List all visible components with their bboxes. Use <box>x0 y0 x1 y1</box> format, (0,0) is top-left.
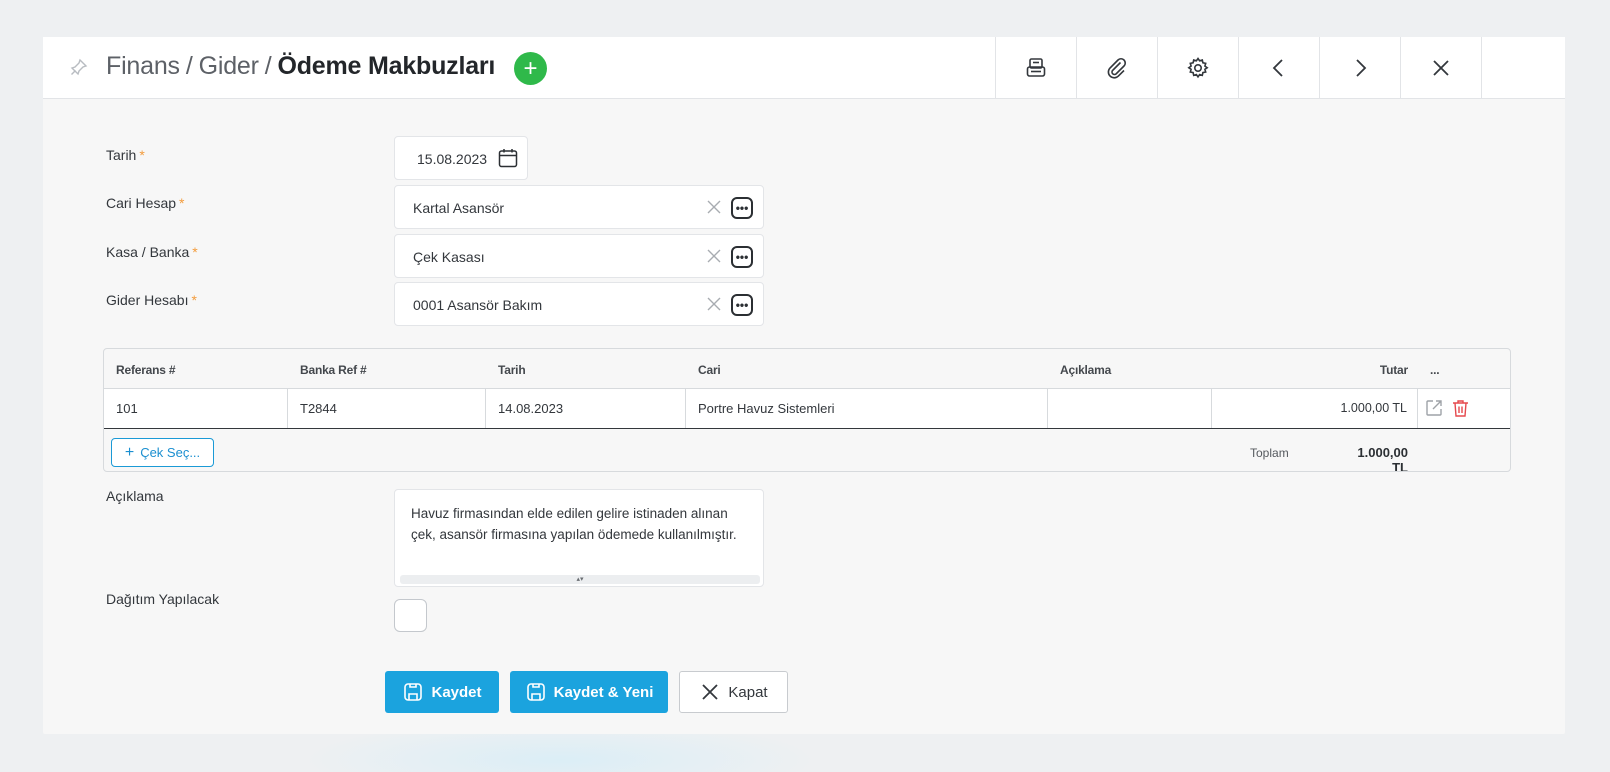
cell-ref: 101 <box>104 389 288 428</box>
column-header-more[interactable]: ... <box>1430 363 1440 377</box>
account-label: Cari Hesap * <box>106 195 184 211</box>
next-button[interactable] <box>1319 37 1400 98</box>
cell-description <box>1048 389 1212 428</box>
breadcrumb-separator: / <box>185 52 193 80</box>
chevron-right-icon <box>1356 58 1367 77</box>
date-value: 15.08.2023 <box>417 151 488 167</box>
save-and-new-button[interactable]: Kaydet & Yeni <box>510 671 668 713</box>
breadcrumb: Finans / Gider / Ödeme Makbuzları <box>106 52 495 81</box>
breadcrumb-gider[interactable]: Gider <box>199 52 259 80</box>
cell-amount: 1.000,00 TL <box>1212 389 1418 428</box>
table-footer: + Çek Seç... Toplam 1.000,00 TL <box>104 429 1510 472</box>
account-value: Kartal Asansör <box>413 200 505 216</box>
column-header-ref[interactable]: Referans # <box>116 363 176 377</box>
total-label: Toplam <box>1250 446 1289 460</box>
account-label-text: Cari Hesap <box>106 195 177 211</box>
required-mark: * <box>192 244 198 260</box>
description-text: Havuz firmasından elde edilen gelire ist… <box>411 506 737 542</box>
clear-icon[interactable] <box>705 295 723 313</box>
calendar-icon[interactable] <box>497 147 519 169</box>
required-mark: * <box>179 195 185 211</box>
open-external-icon[interactable] <box>1424 398 1444 418</box>
close-page-button[interactable] <box>1400 37 1481 98</box>
close-icon <box>702 684 719 700</box>
select-check-button[interactable]: + Çek Seç... <box>111 438 214 467</box>
clear-icon[interactable] <box>705 198 723 216</box>
settings-button[interactable] <box>1157 37 1238 98</box>
column-header-bank-ref[interactable]: Banka Ref # <box>300 363 367 377</box>
page-title: Ödeme Makbuzları <box>277 52 496 80</box>
cashbank-label-text: Kasa / Banka <box>106 244 190 260</box>
clear-icon[interactable] <box>705 247 723 265</box>
receipt-form-panel: Finans / Gider / Ödeme Makbuzları + Tari… <box>43 37 1565 734</box>
pin-icon[interactable] <box>69 57 89 77</box>
column-header-date[interactable]: Tarih <box>498 363 526 377</box>
cell-date: 14.08.2023 <box>486 389 686 428</box>
description-textarea[interactable]: Havuz firmasından elde edilen gelire ist… <box>394 489 764 587</box>
save-icon <box>526 683 545 701</box>
paperclip-icon <box>1107 57 1127 79</box>
cashbank-label: Kasa / Banka * <box>106 244 198 260</box>
total-value: 1.000,00 TL <box>1357 445 1408 472</box>
printer-icon <box>1026 57 1046 77</box>
account-lookup-button[interactable]: ••• <box>731 197 753 219</box>
page-header: Finans / Gider / Ödeme Makbuzları + <box>43 37 1565 99</box>
distribution-checkbox[interactable] <box>394 599 427 632</box>
cashbank-lookup-button[interactable]: ••• <box>731 246 753 268</box>
toolbar-spacer <box>1481 37 1562 98</box>
column-header-account[interactable]: Cari <box>698 363 721 377</box>
save-button[interactable]: Kaydet <box>385 671 499 713</box>
chevron-left-icon <box>1272 58 1283 77</box>
breadcrumb-separator: / <box>264 52 272 80</box>
description-label: Açıklama <box>106 488 164 504</box>
close-label: Kapat <box>728 683 768 701</box>
distribution-label: Dağıtım Yapılacak <box>106 591 220 607</box>
required-mark: * <box>139 147 145 163</box>
expense-label-text: Gider Hesabı <box>106 292 189 308</box>
select-check-label: Çek Seç... <box>140 445 201 460</box>
trash-icon[interactable] <box>1451 398 1470 418</box>
resize-handle-icon[interactable]: ▴▾ <box>400 575 760 584</box>
cell-account: Portre Havuz Sistemleri <box>686 389 1048 428</box>
print-button[interactable] <box>995 37 1076 98</box>
gear-icon <box>1187 56 1209 78</box>
plus-icon: + <box>124 443 135 461</box>
cell-bank-ref: T2844 <box>288 389 486 428</box>
cashbank-field[interactable]: Çek Kasası ••• <box>394 234 764 278</box>
previous-button[interactable] <box>1238 37 1319 98</box>
expense-label: Gider Hesabı * <box>106 292 197 308</box>
save-label: Kaydet <box>431 683 482 701</box>
cashbank-value: Çek Kasası <box>413 249 485 265</box>
breadcrumb-finans[interactable]: Finans <box>106 52 180 80</box>
date-field[interactable]: 15.08.2023 <box>394 136 528 180</box>
close-button[interactable]: Kapat <box>679 671 788 713</box>
save-icon <box>404 683 423 701</box>
column-header-description[interactable]: Açıklama <box>1060 363 1111 377</box>
date-label-text: Tarih <box>106 147 137 163</box>
date-label: Tarih * <box>106 147 145 163</box>
expense-field[interactable]: 0001 Asansör Bakım ••• <box>394 282 764 326</box>
table-header-row: Referans # Banka Ref # Tarih Cari Açıkla… <box>104 349 1510 389</box>
checks-table: Referans # Banka Ref # Tarih Cari Açıkla… <box>103 348 1511 472</box>
column-header-amount[interactable]: Tutar <box>1304 363 1408 377</box>
attachment-button[interactable] <box>1076 37 1157 98</box>
account-field[interactable]: Kartal Asansör ••• <box>394 185 764 229</box>
required-mark: * <box>191 292 197 308</box>
save-and-new-label: Kaydet & Yeni <box>553 683 654 701</box>
close-icon <box>1433 59 1449 76</box>
expense-lookup-button[interactable]: ••• <box>731 294 753 316</box>
expense-value: 0001 Asansör Bakım <box>413 297 543 313</box>
add-new-button[interactable]: + <box>514 52 547 85</box>
table-row[interactable]: 101 T2844 14.08.2023 Portre Havuz Sistem… <box>104 389 1510 429</box>
